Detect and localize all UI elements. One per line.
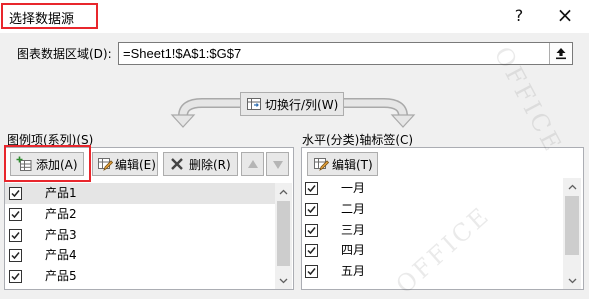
move-up-button[interactable] [241, 152, 264, 176]
triangle-down-icon [273, 161, 283, 169]
add-icon [16, 156, 32, 171]
checkbox[interactable] [9, 187, 22, 200]
delete-series-label: 删除(R) [189, 158, 231, 172]
edit-axis-labels-button[interactable]: 编辑(T) [307, 152, 378, 176]
checkmark-icon [11, 252, 20, 260]
checkbox[interactable] [305, 265, 318, 279]
switch-arrow-right-icon [343, 98, 416, 128]
scroll-thumb[interactable] [565, 196, 579, 255]
chevron-down-icon [279, 278, 288, 283]
checkmark-icon [307, 205, 316, 213]
data-range-value: =Sheet1!$A$1:$G$7 [123, 46, 242, 61]
series-list-item[interactable]: 产品4 [5, 245, 275, 266]
edit-icon [314, 158, 329, 171]
switch-arrow-left-icon [170, 98, 240, 128]
checkmark-icon [11, 273, 20, 281]
checkmark-icon [307, 268, 316, 276]
switch-row-column-label: 切换行/列(W) [265, 98, 339, 112]
axis-label-item-label: 一月 [341, 181, 366, 195]
data-range-input[interactable]: =Sheet1!$A$1:$G$7 [118, 42, 573, 65]
data-range-label: 图表数据区域(D): [17, 47, 112, 61]
switch-row-column-icon [247, 98, 261, 110]
series-list-item-label: 产品3 [45, 227, 77, 242]
checkbox[interactable] [305, 223, 318, 237]
axis-label-item[interactable]: 一月 [302, 178, 563, 199]
axis-scrollbar[interactable] [563, 178, 581, 289]
edit-series-button[interactable]: 编辑(E) [92, 152, 158, 176]
edit-icon [98, 158, 113, 171]
checkbox[interactable] [305, 244, 318, 258]
series-list-item[interactable]: 产品1 [5, 183, 275, 204]
axis-label-item-label: 五月 [341, 264, 366, 279]
close-button[interactable]: × [553, 5, 577, 27]
chevron-up-icon [568, 184, 576, 189]
move-down-button[interactable] [266, 152, 289, 176]
legend-scrollbar[interactable] [275, 183, 292, 289]
series-list-item-label: 产品5 [45, 269, 77, 284]
axis-label-item-label: 二月 [341, 201, 366, 216]
axis-label-item[interactable]: 二月 [302, 199, 563, 220]
series-list-item-label: 产品1 [45, 186, 77, 200]
checkmark-icon [11, 210, 20, 218]
collapse-dialog-button[interactable] [549, 43, 572, 64]
checkmark-icon [307, 247, 316, 255]
window-title: 选择数据源 [9, 12, 75, 27]
delete-series-button[interactable]: 删除(R) [163, 152, 238, 176]
checkbox[interactable] [9, 207, 22, 221]
legend-entries-header: 图例项(系列)(S) [7, 133, 94, 147]
add-series-label: 添加(A) [36, 158, 78, 172]
scroll-down-arrow[interactable] [563, 272, 581, 289]
scroll-up-arrow[interactable] [563, 178, 581, 195]
switch-row-column-button[interactable]: 切换行/列(W) [240, 92, 344, 116]
axis-labels-list[interactable]: 一月二月三月四月五月 [302, 178, 563, 289]
edit-axis-labels-label: 编辑(T) [332, 158, 373, 172]
checkmark-icon [307, 226, 316, 234]
axis-label-item-label: 四月 [341, 243, 366, 258]
edit-series-label: 编辑(E) [115, 158, 156, 172]
checkbox[interactable] [305, 182, 318, 195]
axis-label-item[interactable]: 五月 [302, 261, 563, 282]
series-list-item[interactable]: 产品5 [5, 266, 275, 287]
scroll-thumb[interactable] [277, 201, 290, 266]
series-list-item[interactable]: 产品2 [5, 204, 275, 225]
series-list-item-label: 产品4 [45, 248, 77, 263]
legend-entries-list[interactable]: 产品1 产品2 产品3 产品4 产品5 [5, 183, 275, 289]
help-button[interactable]: ? [507, 6, 531, 28]
checkmark-icon [307, 185, 316, 193]
checkmark-icon [11, 231, 20, 239]
axis-labels-header: 水平(分类)轴标签(C) [302, 133, 414, 147]
checkmark-icon [11, 190, 20, 198]
chevron-down-icon [568, 278, 576, 283]
series-list-item[interactable]: 产品3 [5, 225, 275, 246]
title-bar [0, 0, 589, 33]
checkbox[interactable] [9, 249, 22, 263]
collapse-dialog-icon [556, 48, 566, 60]
add-series-button[interactable]: 添加(A) [10, 152, 84, 176]
axis-label-item[interactable]: 四月 [302, 240, 563, 261]
checkbox[interactable] [305, 202, 318, 216]
chevron-up-icon [279, 189, 288, 194]
triangle-up-icon [248, 160, 258, 168]
delete-icon [171, 158, 183, 170]
axis-label-item-label: 三月 [341, 222, 366, 237]
checkbox[interactable] [9, 228, 22, 242]
axis-label-item[interactable]: 三月 [302, 220, 563, 241]
scroll-down-arrow[interactable] [275, 272, 292, 289]
series-list-item-label: 产品2 [45, 206, 77, 221]
checkbox[interactable] [9, 270, 22, 284]
scroll-up-arrow[interactable] [275, 183, 292, 200]
